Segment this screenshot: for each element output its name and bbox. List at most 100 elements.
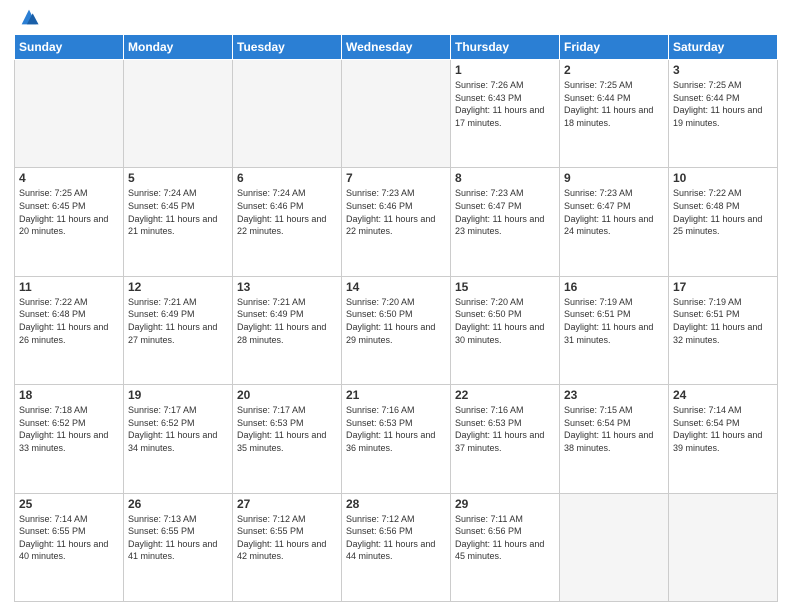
day-info: Sunrise: 7:15 AMSunset: 6:54 PMDaylight:… xyxy=(564,404,664,454)
calendar-cell: 19Sunrise: 7:17 AMSunset: 6:52 PMDayligh… xyxy=(124,385,233,493)
day-info: Sunrise: 7:23 AMSunset: 6:47 PMDaylight:… xyxy=(455,187,555,237)
day-info: Sunrise: 7:12 AMSunset: 6:56 PMDaylight:… xyxy=(346,513,446,563)
calendar-cell: 21 Sunrise: 7:16 AMSunset: 6:53 PMDayligh… xyxy=(342,385,451,493)
calendar-cell: 4 Sunrise: 7:25 AMSunset: 6:45 PMDaylight… xyxy=(15,168,124,276)
calendar-cell: 28 Sunrise: 7:12 AMSunset: 6:56 PMDayligh… xyxy=(342,493,451,601)
day-info: Sunrise: 7:25 AMSunset: 6:44 PMDaylight:… xyxy=(564,79,664,129)
calendar-cell: 2 Sunrise: 7:25 AMSunset: 6:44 PMDaylight… xyxy=(560,60,669,168)
calendar-cell: 25 Sunrise: 7:14 AMSunset: 6:55 PMDayligh… xyxy=(15,493,124,601)
day-number: 21 xyxy=(346,388,446,402)
day-number: 11 xyxy=(19,280,119,294)
calendar-cell: 29 Sunrise: 7:11 AMSunset: 6:56 PMDayligh… xyxy=(451,493,560,601)
day-of-week-header: Saturday xyxy=(669,35,778,60)
calendar-cell: 22 Sunrise: 7:16 AMSunset: 6:53 PMDayligh… xyxy=(451,385,560,493)
day-number: 27 xyxy=(237,497,337,511)
day-of-week-header: Sunday xyxy=(15,35,124,60)
calendar-cell: 27 Sunrise: 7:12 AMSunset: 6:55 PMDayligh… xyxy=(233,493,342,601)
day-info: Sunrise: 7:23 AMSunset: 6:46 PMDaylight:… xyxy=(346,187,446,237)
calendar-cell: 23 Sunrise: 7:15 AMSunset: 6:54 PMDayligh… xyxy=(560,385,669,493)
day-info: Sunrise: 7:19 AMSunset: 6:51 PMDaylight:… xyxy=(673,296,773,346)
day-info: Sunrise: 7:12 AMSunset: 6:55 PMDaylight:… xyxy=(237,513,337,563)
day-info: Sunrise: 7:20 AMSunset: 6:50 PMDaylight:… xyxy=(455,296,555,346)
page: SundayMondayTuesdayWednesdayThursdayFrid… xyxy=(0,0,792,612)
day-number: 17 xyxy=(673,280,773,294)
day-of-week-header: Thursday xyxy=(451,35,560,60)
day-info: Sunrise: 7:22 AMSunset: 6:48 PMDaylight:… xyxy=(673,187,773,237)
calendar-cell: 10 Sunrise: 7:22 AMSunset: 6:48 PMDayligh… xyxy=(669,168,778,276)
calendar-cell: 16 Sunrise: 7:19 AMSunset: 6:51 PMDayligh… xyxy=(560,276,669,384)
day-number: 12 xyxy=(128,280,228,294)
calendar-cell: 18Sunrise: 7:18 AMSunset: 6:52 PMDayligh… xyxy=(15,385,124,493)
day-number: 2 xyxy=(564,63,664,77)
day-number: 22 xyxy=(455,388,555,402)
calendar-cell: 12 Sunrise: 7:21 AMSunset: 6:49 PMDayligh… xyxy=(124,276,233,384)
calendar-cell: 3 Sunrise: 7:25 AMSunset: 6:44 PMDaylight… xyxy=(669,60,778,168)
day-info: Sunrise: 7:26 AMSunset: 6:43 PMDaylight:… xyxy=(455,79,555,129)
day-number: 24 xyxy=(673,388,773,402)
day-number: 14 xyxy=(346,280,446,294)
day-number: 28 xyxy=(346,497,446,511)
day-info: Sunrise: 7:25 AMSunset: 6:44 PMDaylight:… xyxy=(673,79,773,129)
day-number: 16 xyxy=(564,280,664,294)
day-number: 18 xyxy=(19,388,119,402)
day-of-week-header: Tuesday xyxy=(233,35,342,60)
day-info: Sunrise: 7:20 AMSunset: 6:50 PMDaylight:… xyxy=(346,296,446,346)
calendar-week-row: 18Sunrise: 7:18 AMSunset: 6:52 PMDayligh… xyxy=(15,385,778,493)
logo xyxy=(14,10,40,28)
day-info: Sunrise: 7:19 AMSunset: 6:51 PMDaylight:… xyxy=(564,296,664,346)
day-info: Sunrise: 7:17 AMSunset: 6:52 PMDaylight:… xyxy=(128,404,228,454)
day-number: 8 xyxy=(455,171,555,185)
calendar-cell: 1 Sunrise: 7:26 AMSunset: 6:43 PMDaylight… xyxy=(451,60,560,168)
calendar-cell xyxy=(669,493,778,601)
day-number: 25 xyxy=(19,497,119,511)
calendar-cell: 26 Sunrise: 7:13 AMSunset: 6:55 PMDayligh… xyxy=(124,493,233,601)
calendar: SundayMondayTuesdayWednesdayThursdayFrid… xyxy=(14,34,778,602)
day-number: 10 xyxy=(673,171,773,185)
calendar-cell xyxy=(560,493,669,601)
day-of-week-header: Friday xyxy=(560,35,669,60)
day-number: 7 xyxy=(346,171,446,185)
day-number: 9 xyxy=(564,171,664,185)
calendar-week-row: 25 Sunrise: 7:14 AMSunset: 6:55 PMDayligh… xyxy=(15,493,778,601)
calendar-cell: 11Sunrise: 7:22 AMSunset: 6:48 PMDayligh… xyxy=(15,276,124,384)
day-number: 15 xyxy=(455,280,555,294)
day-info: Sunrise: 7:13 AMSunset: 6:55 PMDaylight:… xyxy=(128,513,228,563)
calendar-cell xyxy=(342,60,451,168)
calendar-cell: 9Sunrise: 7:23 AMSunset: 6:47 PMDaylight… xyxy=(560,168,669,276)
calendar-week-row: 11Sunrise: 7:22 AMSunset: 6:48 PMDayligh… xyxy=(15,276,778,384)
days-of-week-row: SundayMondayTuesdayWednesdayThursdayFrid… xyxy=(15,35,778,60)
calendar-cell: 20Sunrise: 7:17 AMSunset: 6:53 PMDayligh… xyxy=(233,385,342,493)
day-number: 26 xyxy=(128,497,228,511)
day-info: Sunrise: 7:16 AMSunset: 6:53 PMDaylight:… xyxy=(455,404,555,454)
day-info: Sunrise: 7:21 AMSunset: 6:49 PMDaylight:… xyxy=(128,296,228,346)
calendar-cell: 13Sunrise: 7:21 AMSunset: 6:49 PMDayligh… xyxy=(233,276,342,384)
day-info: Sunrise: 7:24 AMSunset: 6:45 PMDaylight:… xyxy=(128,187,228,237)
day-number: 23 xyxy=(564,388,664,402)
day-info: Sunrise: 7:16 AMSunset: 6:53 PMDaylight:… xyxy=(346,404,446,454)
calendar-body: 1 Sunrise: 7:26 AMSunset: 6:43 PMDaylight… xyxy=(15,60,778,602)
calendar-cell: 24 Sunrise: 7:14 AMSunset: 6:54 PMDayligh… xyxy=(669,385,778,493)
day-info: Sunrise: 7:25 AMSunset: 6:45 PMDaylight:… xyxy=(19,187,119,237)
calendar-cell: 15 Sunrise: 7:20 AMSunset: 6:50 PMDayligh… xyxy=(451,276,560,384)
day-info: Sunrise: 7:14 AMSunset: 6:54 PMDaylight:… xyxy=(673,404,773,454)
day-number: 3 xyxy=(673,63,773,77)
day-info: Sunrise: 7:21 AMSunset: 6:49 PMDaylight:… xyxy=(237,296,337,346)
day-number: 29 xyxy=(455,497,555,511)
calendar-cell: 17 Sunrise: 7:19 AMSunset: 6:51 PMDayligh… xyxy=(669,276,778,384)
calendar-cell: 6Sunrise: 7:24 AMSunset: 6:46 PMDaylight… xyxy=(233,168,342,276)
calendar-week-row: 1 Sunrise: 7:26 AMSunset: 6:43 PMDaylight… xyxy=(15,60,778,168)
day-of-week-header: Monday xyxy=(124,35,233,60)
day-info: Sunrise: 7:14 AMSunset: 6:55 PMDaylight:… xyxy=(19,513,119,563)
day-number: 20 xyxy=(237,388,337,402)
day-number: 5 xyxy=(128,171,228,185)
calendar-week-row: 4 Sunrise: 7:25 AMSunset: 6:45 PMDaylight… xyxy=(15,168,778,276)
day-number: 4 xyxy=(19,171,119,185)
calendar-cell xyxy=(124,60,233,168)
logo-icon xyxy=(18,6,40,28)
day-number: 6 xyxy=(237,171,337,185)
header xyxy=(14,10,778,28)
day-of-week-header: Wednesday xyxy=(342,35,451,60)
calendar-cell xyxy=(15,60,124,168)
day-number: 1 xyxy=(455,63,555,77)
day-info: Sunrise: 7:11 AMSunset: 6:56 PMDaylight:… xyxy=(455,513,555,563)
